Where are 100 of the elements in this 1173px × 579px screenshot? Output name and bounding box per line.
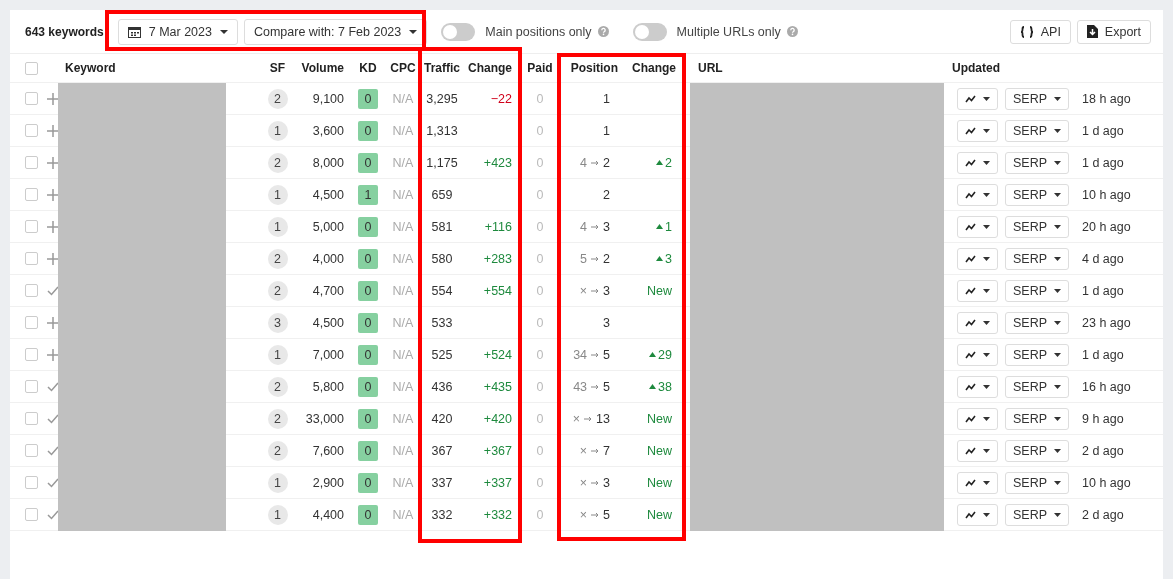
- serp-features-count[interactable]: 2: [267, 440, 288, 461]
- plus-icon[interactable]: [47, 252, 59, 265]
- chart-dropdown[interactable]: [957, 343, 998, 366]
- caret-icon: [1054, 384, 1062, 389]
- column-header[interactable]: Change: [622, 61, 680, 75]
- compare-dropdown[interactable]: Compare with: 7 Feb 2023: [243, 18, 428, 45]
- check-icon[interactable]: [47, 445, 59, 456]
- chart-dropdown[interactable]: [957, 503, 998, 526]
- row-checkbox[interactable]: [25, 412, 38, 425]
- chart-dropdown[interactable]: [957, 215, 998, 238]
- column-header[interactable]: Updated: [948, 61, 1075, 75]
- chart-dropdown[interactable]: [957, 119, 998, 142]
- row-checkbox[interactable]: [25, 476, 38, 489]
- row-checkbox[interactable]: [25, 508, 38, 521]
- row-checkbox[interactable]: [25, 92, 38, 105]
- serp-features-count[interactable]: 1: [267, 120, 288, 141]
- previous-position: 5: [580, 251, 588, 266]
- chart-dropdown[interactable]: [957, 279, 998, 302]
- serp-dropdown[interactable]: SERP: [1005, 439, 1070, 462]
- serp-features-count[interactable]: 2: [267, 376, 288, 397]
- serp-dropdown[interactable]: SERP: [1005, 375, 1070, 398]
- serp-features-count[interactable]: 1: [267, 184, 288, 205]
- serp-features-count[interactable]: 2: [267, 248, 288, 269]
- chart-dropdown[interactable]: [957, 183, 998, 206]
- serp-dropdown[interactable]: SERP: [1005, 119, 1070, 142]
- check-icon[interactable]: [47, 413, 59, 424]
- plus-icon[interactable]: [47, 156, 59, 169]
- select-all-checkbox[interactable]: [25, 61, 38, 75]
- check-icon[interactable]: [47, 285, 59, 296]
- row-checkbox[interactable]: [25, 316, 38, 329]
- chart-dropdown[interactable]: [957, 375, 998, 398]
- serp-dropdown[interactable]: SERP: [1005, 503, 1070, 526]
- column-header[interactable]: KD: [348, 61, 388, 75]
- toggle-switch[interactable]: [441, 22, 476, 41]
- row-checkbox[interactable]: [25, 124, 38, 137]
- caret-icon: [983, 320, 990, 325]
- row-checkbox[interactable]: [25, 188, 38, 201]
- column-header[interactable]: SF: [255, 61, 300, 75]
- serp-dropdown[interactable]: SERP: [1005, 151, 1070, 174]
- check-icon[interactable]: [47, 509, 59, 520]
- serp-features-count[interactable]: 2: [267, 280, 288, 301]
- chart-dropdown[interactable]: [957, 151, 998, 174]
- serp-dropdown[interactable]: SERP: [1005, 343, 1070, 366]
- serp-features-count[interactable]: 1: [267, 344, 288, 365]
- column-header[interactable]: Volume: [300, 61, 348, 75]
- plus-icon[interactable]: [47, 316, 59, 329]
- serp-dropdown[interactable]: SERP: [1005, 279, 1070, 302]
- row-checkbox[interactable]: [25, 444, 38, 457]
- serp-features-count[interactable]: 2: [267, 408, 288, 429]
- column-header[interactable]: CPC: [388, 61, 418, 75]
- chart-dropdown[interactable]: [957, 471, 998, 494]
- help-icon[interactable]: [597, 26, 609, 37]
- column-header[interactable]: Position: [558, 61, 622, 75]
- row-checkbox[interactable]: [25, 220, 38, 233]
- api-button[interactable]: API: [1009, 19, 1071, 44]
- help-icon[interactable]: [786, 26, 798, 37]
- column-header[interactable]: Traffic: [418, 61, 466, 75]
- row-checkbox[interactable]: [25, 380, 38, 393]
- caret-icon: [1054, 320, 1062, 325]
- caret-icon: [1054, 448, 1062, 453]
- serp-dropdown[interactable]: SERP: [1005, 247, 1070, 270]
- plus-icon[interactable]: [47, 220, 59, 233]
- cpc-cell-text: N/A: [391, 123, 415, 138]
- export-button[interactable]: Export: [1076, 19, 1151, 44]
- chart-dropdown[interactable]: [957, 407, 998, 430]
- toggle-switch[interactable]: [632, 22, 667, 41]
- serp-features-count[interactable]: 1: [267, 216, 288, 237]
- row-checkbox[interactable]: [25, 156, 38, 169]
- chart-dropdown[interactable]: [957, 439, 998, 462]
- plus-icon[interactable]: [47, 188, 59, 201]
- plus-icon[interactable]: [47, 348, 59, 361]
- serp-features-count[interactable]: 1: [267, 472, 288, 493]
- serp-dropdown[interactable]: SERP: [1005, 311, 1070, 334]
- serp-dropdown[interactable]: SERP: [1005, 407, 1070, 430]
- serp-dropdown[interactable]: SERP: [1005, 183, 1070, 206]
- serp-features-count[interactable]: 2: [267, 88, 288, 109]
- volume-cell-text: 4,700: [311, 283, 345, 298]
- trend-line-icon: [965, 158, 976, 167]
- chart-dropdown[interactable]: [957, 247, 998, 270]
- chart-dropdown[interactable]: [957, 87, 998, 110]
- plus-icon[interactable]: [47, 124, 59, 137]
- serp-dropdown[interactable]: SERP: [1005, 215, 1070, 238]
- check-icon[interactable]: [47, 477, 59, 488]
- serp-features-count[interactable]: 3: [267, 312, 288, 333]
- check-icon[interactable]: [47, 381, 59, 392]
- serp-features-count[interactable]: 1: [267, 504, 288, 525]
- chart-dropdown[interactable]: [957, 311, 998, 334]
- row-checkbox[interactable]: [25, 252, 38, 265]
- row-checkbox[interactable]: [25, 284, 38, 297]
- serp-dropdown[interactable]: SERP: [1005, 471, 1070, 494]
- column-header[interactable]: Change: [466, 61, 522, 75]
- date-dropdown[interactable]: 7 Mar 2023: [117, 18, 238, 45]
- serp-features-count[interactable]: 2: [267, 152, 288, 173]
- column-header[interactable]: Keyword: [61, 61, 255, 75]
- row-checkbox[interactable]: [25, 348, 38, 361]
- plus-icon[interactable]: [47, 92, 59, 105]
- column-header[interactable]: Paid: [522, 61, 558, 75]
- column-header[interactable]: URL: [680, 61, 948, 75]
- traffic-cell-text: 436: [430, 379, 454, 394]
- serp-dropdown[interactable]: SERP: [1005, 87, 1070, 110]
